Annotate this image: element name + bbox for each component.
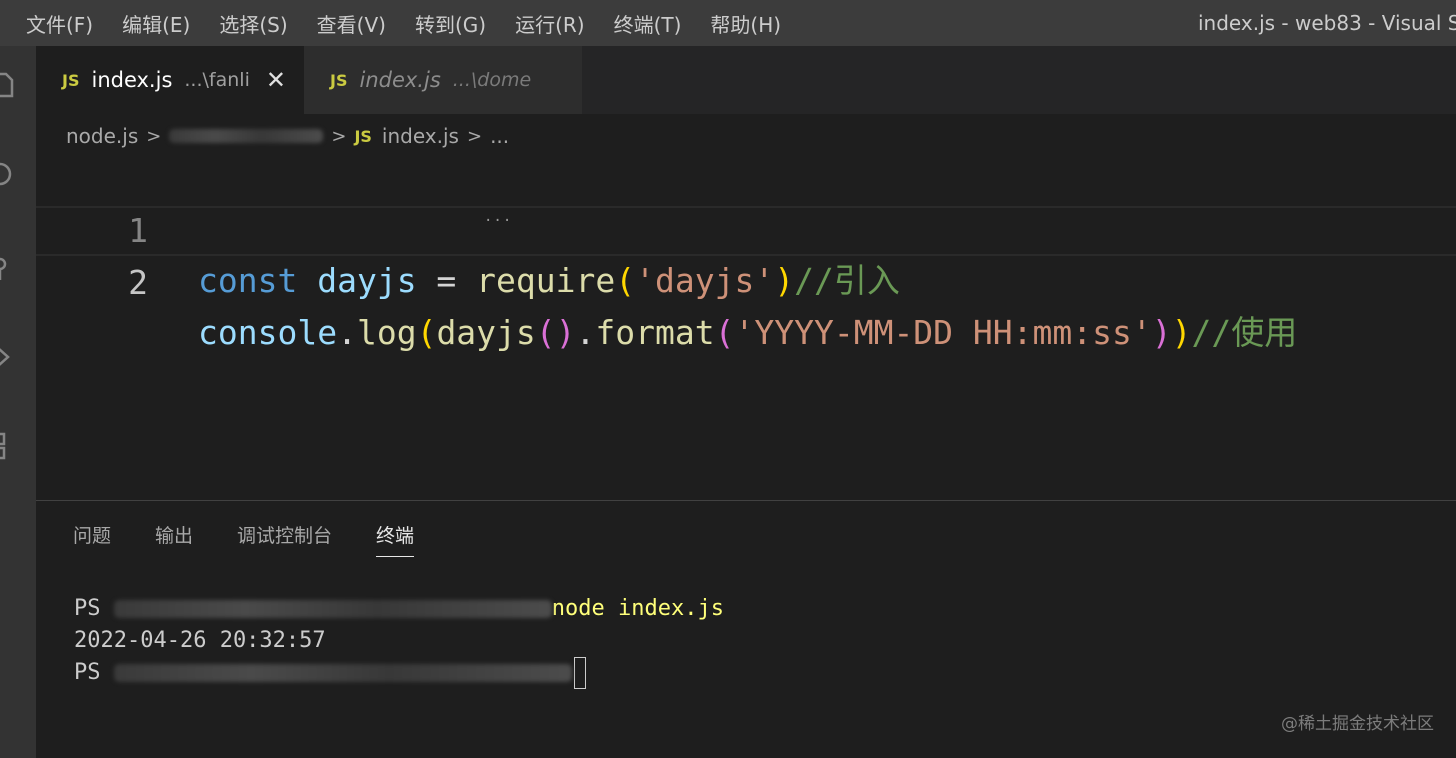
chevron-right-icon: > <box>146 125 162 147</box>
source-control-icon[interactable] <box>0 252 16 282</box>
line-number: 2 <box>128 263 148 302</box>
run-debug-icon[interactable] <box>0 342 16 372</box>
menu-run[interactable]: 运行(R) <box>515 9 585 38</box>
function-name: format <box>595 313 715 352</box>
function-name: log <box>356 313 417 352</box>
bracket: ( <box>615 261 636 300</box>
window-title: index.js - web83 - Visual S <box>1198 11 1456 35</box>
menu-help[interactable]: 帮助(H) <box>710 9 781 38</box>
code-text: const dayjs = require('dayjs')//引入 <box>198 256 900 306</box>
bracket: ( <box>714 313 735 352</box>
string-literal: 'dayjs' <box>635 261 775 300</box>
js-file-icon: JS <box>62 70 80 90</box>
terminal-line: PS node index.js <box>74 593 724 625</box>
string-literal: 'YYYY-MM-DD HH:mm:ss' <box>734 313 1152 352</box>
close-icon[interactable]: ✕ <box>266 66 286 94</box>
punctuation: . <box>337 313 357 352</box>
tab-index-fanli[interactable]: JS index.js ...\fanli ✕ <box>36 46 304 114</box>
menu-selection[interactable]: 选择(S) <box>219 9 287 38</box>
search-icon[interactable] <box>0 160 16 190</box>
identifier: console <box>198 313 338 352</box>
editor-tabs: JS index.js ...\fanli ✕ JS index.js ...\… <box>36 46 1456 114</box>
bracket: () <box>535 313 576 352</box>
extensions-icon[interactable] <box>0 430 16 460</box>
bracket: ) <box>774 261 795 300</box>
tab-path: ...\dome <box>452 69 532 91</box>
punctuation: . <box>575 313 596 352</box>
menu-file[interactable]: 文件(F) <box>26 9 93 38</box>
chevron-right-icon: > <box>466 125 483 147</box>
tab-output[interactable]: 输出 <box>155 521 193 557</box>
code-text: console.log(dayjs().format('YYYY-MM-DD H… <box>198 308 1297 358</box>
title-bar: 文件(F) 编辑(E) 选择(S) 查看(V) 转到(G) 运行(R) 终端(T… <box>0 0 1456 46</box>
tab-index-dome[interactable]: JS index.js ...\dome <box>304 46 582 114</box>
comment: //引入 <box>794 261 900 300</box>
terminal-command: node index.js <box>551 596 724 621</box>
chevron-right-icon: > <box>331 125 347 147</box>
breadcrumb-file[interactable]: index.js <box>382 124 459 148</box>
code-editor[interactable]: 1 const dayjs = require('dayjs')//引入 ...… <box>36 156 1456 500</box>
tab-filename: index.js <box>91 68 173 92</box>
panel-tabs: 问题 输出 调试控制台 终端 <box>73 521 458 557</box>
terminal-cursor <box>573 657 586 689</box>
menu-bar: 文件(F) 编辑(E) 选择(S) 查看(V) 转到(G) 运行(R) 终端(T… <box>0 0 810 46</box>
comment: //使用 <box>1191 313 1298 352</box>
bracket: ) <box>1151 313 1172 352</box>
bracket: ( <box>416 313 437 352</box>
terminal[interactable]: PS node index.js 2022-04-26 20:32:57 PS <box>74 593 724 689</box>
identifier: dayjs <box>317 261 417 300</box>
terminal-line: PS <box>74 657 724 689</box>
menu-edit[interactable]: 编辑(E) <box>122 9 190 38</box>
terminal-output: 2022-04-26 20:32:57 <box>74 628 326 653</box>
explorer-icon[interactable] <box>0 70 16 100</box>
code-line[interactable]: 2 console.log(dayjs().format('YYYY-MM-DD… <box>36 206 1456 352</box>
breadcrumb-more[interactable]: ... <box>490 124 509 148</box>
js-file-icon: JS <box>330 70 348 90</box>
tab-problems[interactable]: 问题 <box>73 521 111 557</box>
function-name: dayjs <box>436 313 536 352</box>
js-file-icon: JS <box>354 126 372 146</box>
function-name: require <box>476 261 616 300</box>
operator: = <box>416 261 477 300</box>
menu-view[interactable]: 查看(V) <box>317 9 386 38</box>
tab-debug-console[interactable]: 调试控制台 <box>237 521 332 557</box>
redacted-path <box>113 664 572 682</box>
menu-terminal[interactable]: 终端(T) <box>614 9 682 38</box>
redacted-path <box>113 600 552 618</box>
terminal-line: 2022-04-26 20:32:57 <box>74 625 724 657</box>
activity-bar <box>0 46 36 758</box>
terminal-prompt: PS <box>74 660 114 685</box>
breadcrumb-root[interactable]: node.js <box>66 124 138 148</box>
bracket: ) <box>1171 313 1192 352</box>
tab-terminal[interactable]: 终端 <box>376 521 415 557</box>
menu-go[interactable]: 转到(G) <box>415 9 486 38</box>
watermark: @稀土掘金技术社区 <box>1281 714 1434 734</box>
tab-path: ...\fanli <box>184 69 250 91</box>
bottom-panel: 问题 输出 调试控制台 终端 PS node index.js 2022-04-… <box>36 500 1456 758</box>
terminal-prompt: PS <box>74 596 114 621</box>
code-line[interactable]: 1 const dayjs = require('dayjs')//引入 ... <box>36 156 1456 300</box>
tab-filename: index.js <box>359 68 441 92</box>
breadcrumb: node.js > > JS index.js > ... <box>66 116 509 156</box>
redacted-path <box>169 129 324 143</box>
keyword: const <box>198 261 298 300</box>
